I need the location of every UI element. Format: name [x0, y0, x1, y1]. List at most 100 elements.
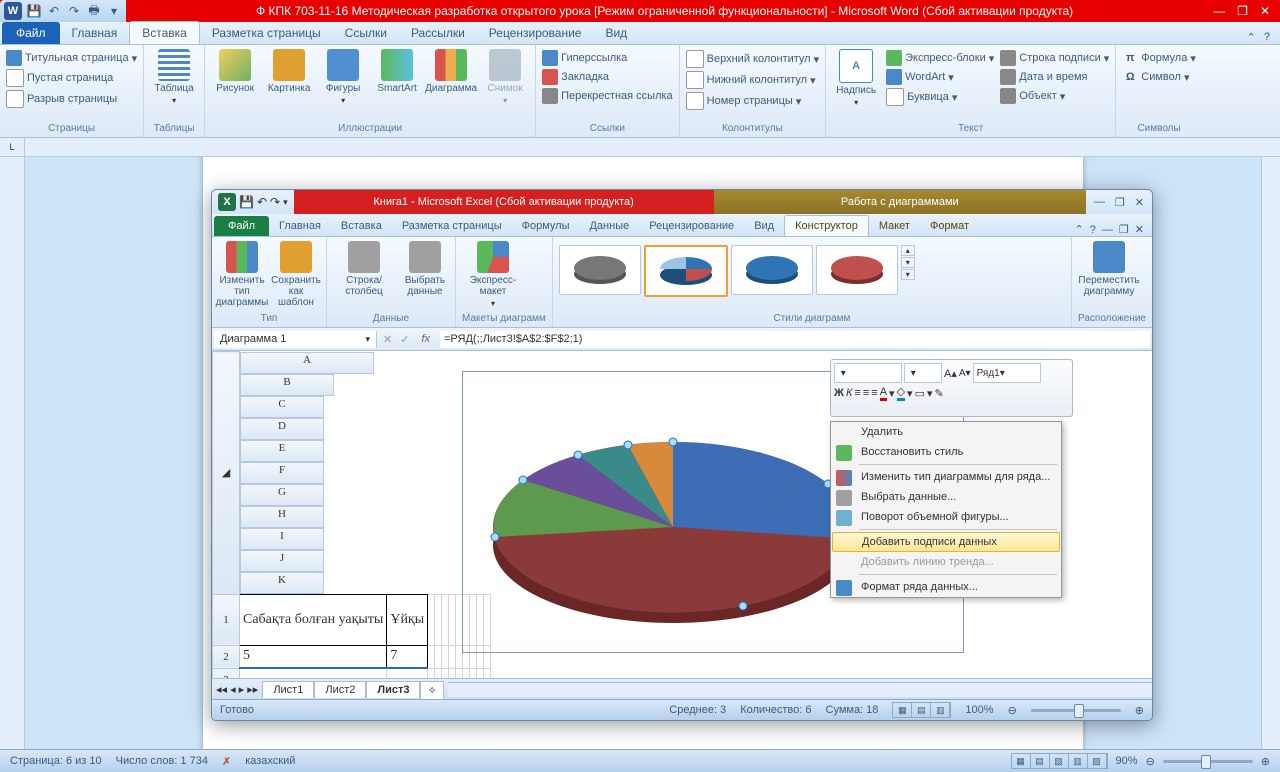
excel-app-icon[interactable]: X	[218, 193, 236, 211]
ribbon-min-icon[interactable]: ⌃	[1075, 223, 1084, 236]
zoom-out-icon[interactable]: ⊖	[1008, 704, 1017, 717]
col-header-J[interactable]: J	[240, 550, 324, 572]
dropcap-button[interactable]: Буквица ▾	[886, 87, 994, 107]
chart-style-1[interactable]	[559, 245, 641, 295]
minimize-icon[interactable]: ―	[1094, 196, 1105, 208]
datetime-button[interactable]: Дата и время	[1000, 68, 1109, 86]
font-family-dropdown[interactable]: ▾	[834, 363, 902, 383]
tab-view[interactable]: Вид	[744, 216, 784, 236]
save-icon[interactable]: 💾	[239, 195, 254, 209]
move-chart-button[interactable]: Переместить диаграмму	[1078, 241, 1140, 297]
sheet-tab-3[interactable]: Лист3	[366, 681, 420, 698]
ribbon-min-icon[interactable]: ⌃	[1247, 31, 1256, 44]
col-header-A[interactable]: A	[240, 352, 374, 374]
outline-icon[interactable]: ▭	[915, 387, 925, 400]
styles-scroll[interactable]: ▴▾▾	[901, 245, 915, 280]
switch-rowcol-button[interactable]: Строка/столбец	[333, 241, 395, 297]
redo-icon[interactable]: ↷	[66, 3, 82, 19]
ruler-horizontal[interactable]	[25, 138, 1280, 157]
italic-icon[interactable]: К	[846, 387, 852, 399]
tab-pagelayout[interactable]: Разметка страницы	[392, 216, 512, 236]
tab-formulas[interactable]: Формулы	[512, 216, 580, 236]
wordart-button[interactable]: WordArt ▾	[886, 68, 994, 86]
font-size-dropdown[interactable]: ▾	[904, 363, 942, 383]
zoom-in-icon[interactable]: ⊕	[1135, 704, 1144, 717]
col-header-G[interactable]: G	[240, 484, 324, 506]
header-button[interactable]: Верхний колонтитул ▾	[686, 49, 819, 69]
clipart-button[interactable]: Картинка	[265, 49, 313, 94]
restore-icon[interactable]: ❐	[1115, 196, 1125, 209]
sheet-nav[interactable]: ◂◂ ◂ ▸ ▸▸	[212, 683, 262, 696]
cell-A1[interactable]: Сабақта болған уақыты	[240, 594, 387, 645]
font-color-icon[interactable]: A	[880, 386, 887, 401]
new-sheet-button[interactable]: ✧	[420, 681, 443, 699]
tab-home[interactable]: Главная	[269, 216, 331, 236]
col-header-H[interactable]: H	[240, 506, 324, 528]
cell-B1[interactable]: Ұйқы	[387, 594, 428, 645]
print-icon[interactable]: 🖶	[86, 3, 102, 19]
tab-file[interactable]: Файл	[2, 22, 60, 44]
zoom-label[interactable]: 90%	[1116, 755, 1138, 767]
fx-icon[interactable]: fx	[413, 333, 438, 345]
ruler-vertical[interactable]	[0, 157, 25, 749]
enter-icon[interactable]: ✓	[396, 333, 413, 346]
bold-icon[interactable]: Ж	[834, 387, 844, 399]
chart-style-4[interactable]	[816, 245, 898, 295]
zoom-slider[interactable]	[1163, 760, 1253, 763]
word-vscroll[interactable]	[1261, 157, 1280, 749]
pagenum-button[interactable]: Номер страницы ▾	[686, 91, 819, 111]
tab-data[interactable]: Данные	[579, 216, 639, 236]
ctx-delete[interactable]: Удалить	[831, 422, 1061, 442]
minimize-icon[interactable]: ―	[1213, 4, 1225, 18]
chart-button[interactable]: Диаграмма	[427, 49, 475, 94]
mdi-restore-icon[interactable]: ❐	[1119, 223, 1129, 236]
sigline-button[interactable]: Строка подписи ▾	[1000, 49, 1109, 67]
shrink-font-icon[interactable]: A▾	[959, 368, 971, 379]
excel-grid[interactable]: ◢ A B C D E F G H I J K 1Сабақта болған …	[212, 351, 1152, 678]
tab-review[interactable]: Рецензирование	[639, 216, 744, 236]
cover-page-button[interactable]: Титульная страница ▾	[6, 49, 137, 67]
tab-refs[interactable]: Ссылки	[333, 22, 399, 44]
hyperlink-button[interactable]: Гиперссылка	[542, 49, 673, 67]
object-button[interactable]: Объект ▾	[1000, 87, 1109, 105]
ctx-3d-rotate[interactable]: Поворот объемной фигуры...	[831, 507, 1061, 527]
word-app-icon[interactable]: W	[4, 2, 22, 20]
col-header-B[interactable]: B	[240, 374, 334, 396]
help-icon[interactable]: ?	[1264, 31, 1270, 44]
restore-icon[interactable]: ❐	[1237, 4, 1248, 18]
redo-icon[interactable]: ↷	[270, 195, 280, 209]
bookmark-button[interactable]: Закладка	[542, 68, 673, 86]
col-header-F[interactable]: F	[240, 462, 324, 484]
word-view-buttons[interactable]: ▦▤▧▥▨	[1011, 753, 1108, 769]
quick-layout-button[interactable]: Экспресс-макет▾	[462, 241, 524, 308]
undo-icon[interactable]: ↶	[257, 195, 267, 209]
status-wordcount[interactable]: Число слов: 1 734	[116, 755, 208, 767]
screenshot-button[interactable]: Снимок▾	[481, 49, 529, 105]
close-icon[interactable]: ✕	[1135, 196, 1144, 209]
formula-input[interactable]: =РЯД(;;Лист3!$A$2:$F$2;1)	[440, 331, 1150, 348]
row-header-2[interactable]: 2	[213, 645, 240, 668]
cancel-icon[interactable]: ✕	[379, 333, 396, 346]
row-header-3[interactable]: 3	[213, 668, 240, 678]
page-break-button[interactable]: Разрыв страницы	[6, 89, 137, 109]
chart-style-3[interactable]	[731, 245, 813, 295]
equation-button[interactable]: πФормула ▾	[1122, 49, 1196, 67]
chart-style-2[interactable]	[644, 245, 728, 297]
mdi-close-icon[interactable]: ✕	[1135, 223, 1144, 236]
undo-icon[interactable]: ↶	[46, 3, 62, 19]
tab-view[interactable]: Вид	[593, 22, 639, 44]
tab-chart-design[interactable]: Конструктор	[784, 215, 869, 236]
ctx-reset-style[interactable]: Восстановить стиль	[831, 442, 1061, 462]
format-painter-icon[interactable]: ✎	[935, 387, 944, 400]
save-icon[interactable]: 💾	[26, 3, 42, 19]
ctx-format-series[interactable]: Формат ряда данных...	[831, 577, 1061, 597]
mdi-min-icon[interactable]: ―	[1102, 224, 1113, 236]
tab-chart-format[interactable]: Формат	[920, 216, 979, 236]
zoom-slider[interactable]	[1031, 709, 1121, 712]
smartart-button[interactable]: SmartArt	[373, 49, 421, 94]
ctx-select-data[interactable]: Выбрать данные...	[831, 487, 1061, 507]
tab-insert[interactable]: Вставка	[129, 21, 200, 44]
ctx-add-data-labels[interactable]: Добавить подписи данных	[832, 532, 1060, 552]
cell-A2[interactable]: 5	[240, 645, 387, 668]
quickparts-button[interactable]: Экспресс-блоки ▾	[886, 49, 994, 67]
